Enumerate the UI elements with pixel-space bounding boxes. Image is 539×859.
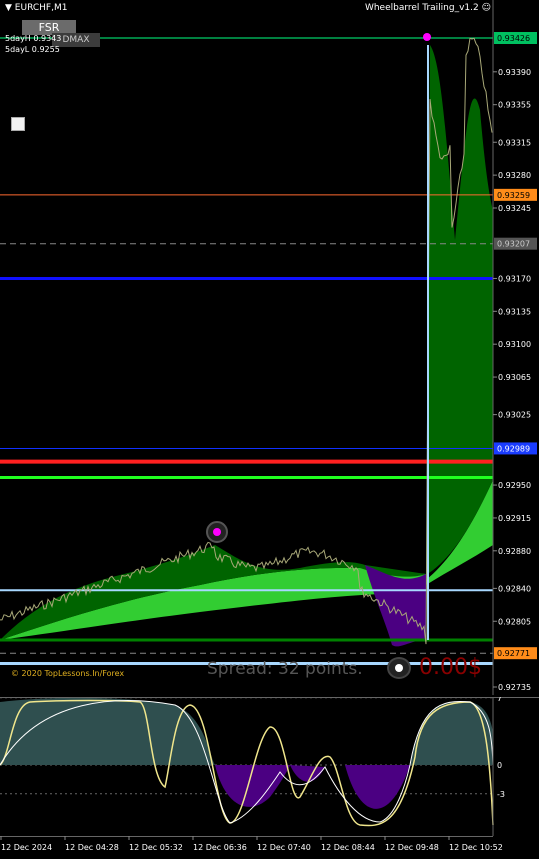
price-tick-label: 0.93100	[498, 340, 531, 349]
price-tick-label: 0.92735	[498, 683, 531, 692]
toggle-checkbox[interactable]	[11, 117, 25, 131]
five-day-low: 5dayL 0.9255	[5, 45, 60, 54]
price-label-text: 0.93207	[497, 240, 530, 249]
time-tick-label: 12 Dec 06:36	[193, 843, 247, 852]
five-day-high: 5dayH 0.9343	[5, 34, 62, 43]
time-tick-label: 12 Dec 05:32	[129, 843, 183, 852]
price-label-text: 0.92989	[497, 444, 530, 453]
time-axis: 12 Dec 2024 12 Dec 04:28 12 Dec 05:32 12 De…	[0, 836, 539, 859]
price-tick-label: 0.92840	[498, 584, 531, 593]
price-tick-label: 0.93025	[498, 411, 531, 420]
time-tick-label: 12 Dec 07:40	[257, 843, 311, 852]
oscillator-panel[interactable]: 7 0 -3	[0, 697, 539, 837]
copyright-text: © 2020 TopLessons.In/Forex	[11, 669, 125, 678]
top-marker	[423, 33, 431, 41]
price-tick-label: 0.92880	[498, 547, 531, 556]
profit-text: 0.00$	[419, 655, 482, 680]
time-tick-label: 12 Dec 04:28	[65, 843, 119, 852]
symbol-label: EURCHF,M1	[14, 3, 68, 13]
smiley-icon: ☺	[481, 3, 491, 13]
time-tick-label: 12 Dec 2024	[1, 843, 52, 852]
price-tick-label: 0.93170	[498, 274, 531, 283]
price-tick-label: 0.93315	[498, 138, 531, 147]
price-chart[interactable]: 0.93390 0.93355 0.93315 0.93280 0.93245 0.931…	[0, 0, 539, 695]
ea-name[interactable]: Wheelbarrel Trailing_v1.2 ☺	[365, 3, 491, 13]
high-marker	[213, 528, 221, 536]
time-tick-label: 12 Dec 08:44	[321, 843, 375, 852]
osc-level-label: 7	[497, 697, 502, 703]
eye-icon[interactable]	[387, 657, 411, 679]
price-tick-label: 0.92950	[498, 481, 531, 490]
spread-text: Spread: 32 points.	[207, 659, 363, 679]
symbol-title[interactable]: ▼ EURCHF,M1	[5, 3, 67, 13]
dropdown-icon[interactable]: ▼	[5, 3, 12, 13]
osc-level-label: -3	[497, 790, 505, 799]
price-tick-label: 0.93390	[498, 68, 531, 77]
price-tick-label: 0.93135	[498, 307, 531, 316]
price-label-text: 0.93259	[497, 191, 530, 200]
price-tick-label: 0.92805	[498, 617, 531, 626]
ea-name-label: Wheelbarrel Trailing_v1.2	[364, 3, 479, 13]
price-tick-label: 0.92915	[498, 514, 531, 523]
time-tick-label: 12 Dec 09:48	[385, 843, 439, 852]
price-label-text: 0.93426	[497, 34, 530, 43]
price-tick-label: 0.93065	[498, 373, 531, 382]
osc-level-label: 0	[497, 761, 502, 770]
price-tick-label: 0.93245	[498, 204, 531, 213]
time-tick-label: 12 Dec 10:52	[449, 843, 503, 852]
price-tick-label: 0.93355	[498, 101, 531, 110]
price-tick-label: 0.93280	[498, 171, 531, 180]
price-label-text: 0.92771	[497, 649, 530, 658]
